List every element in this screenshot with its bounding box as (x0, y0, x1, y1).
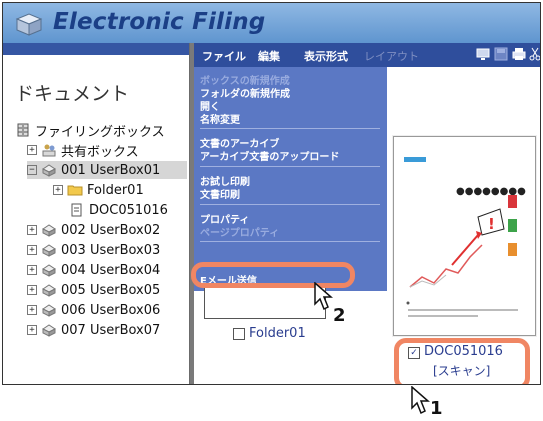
callout-number-2: 2 (333, 305, 346, 326)
print-icon[interactable] (512, 47, 526, 61)
shared-box-icon (41, 143, 57, 157)
menu-item-print-document[interactable]: 文書印刷 (200, 186, 240, 201)
tree-root-label: ファイリングボックス (35, 124, 165, 140)
app-header: Electronic Filing (3, 3, 540, 44)
expand-icon[interactable]: + (27, 285, 37, 295)
application-window: Electronic Filing ドキュメント ファイリングボックス + 共有… (2, 2, 541, 385)
menu-file[interactable]: ファイル (202, 48, 246, 64)
tree-item-label: 006 UserBox06 (61, 302, 161, 318)
user-box-icon (41, 163, 57, 177)
user-box-icon (41, 243, 57, 257)
expand-icon[interactable]: + (27, 305, 37, 315)
tree-shared-label: 共有ボックス (61, 144, 139, 160)
folder-label: Folder01 (249, 326, 306, 341)
document-label: DOC051016 (424, 344, 503, 359)
menu-layout[interactable]: レイアウト (364, 48, 419, 64)
tree-item-userbox05[interactable]: + 005 UserBox05 (27, 281, 160, 299)
expand-icon[interactable]: + (27, 265, 37, 275)
menu-item-rename[interactable]: 名称変更 (200, 111, 240, 126)
tree-item-label: 005 UserBox05 (61, 282, 161, 298)
tree-item-label: 007 UserBox07 (61, 322, 161, 338)
tree-item-userbox06[interactable]: + 006 UserBox06 (27, 301, 160, 319)
menu-separator (200, 128, 380, 129)
menu-edit[interactable]: 編集 (258, 48, 280, 64)
tree-root-filing-box[interactable]: ファイリングボックス (15, 121, 165, 140)
tree-item-label: 002 UserBox02 (61, 222, 161, 238)
document-checkbox[interactable]: ✓ (408, 347, 420, 359)
tree-item-userbox07[interactable]: + 007 UserBox07 (27, 321, 160, 339)
menu-item-upload-archive[interactable]: アーカイブ文書のアップロード (200, 148, 339, 163)
expand-icon[interactable]: + (27, 145, 37, 155)
documents-heading: ドキュメント (15, 83, 130, 105)
callout-number-1: 1 (430, 398, 443, 419)
document-tree-pane: ドキュメント ファイリングボックス + 共有ボックス − 001 UserBox… (3, 43, 190, 384)
document-icon (69, 203, 85, 217)
expand-icon[interactable]: + (27, 225, 37, 235)
save-icon[interactable] (494, 47, 508, 61)
tree-item-userbox03[interactable]: + 003 UserBox03 (27, 241, 160, 259)
tree-item-label: 004 UserBox04 (61, 262, 161, 278)
document-type-label: [スキャン] (433, 364, 491, 378)
monitor-icon[interactable] (476, 47, 490, 61)
tree-item-folder01[interactable]: + Folder01 (53, 181, 144, 199)
tree-item-shared-box[interactable]: + 共有ボックス (27, 141, 139, 160)
file-menu-dropdown: ボックスの新規作成 フォルダの新規作成 開く 名称変更 文書のアーカイブ アーカ… (194, 67, 387, 291)
pane-header-strip (3, 43, 189, 55)
user-box-icon (41, 283, 57, 297)
tree-item-doc051016[interactable]: DOC051016 (69, 201, 168, 219)
tree-item-userbox04[interactable]: + 004 UserBox04 (27, 261, 160, 279)
tree-item-label: DOC051016 (89, 202, 168, 218)
expand-icon[interactable]: + (53, 185, 63, 195)
filing-cabinet-icon (15, 123, 31, 137)
expand-icon[interactable]: + (27, 245, 37, 255)
menu-separator (200, 166, 380, 167)
user-box-icon (41, 303, 57, 317)
menu-view[interactable]: 表示形式 (304, 48, 348, 64)
folder-item[interactable]: Folder01 (233, 326, 306, 341)
folder-thumbnail[interactable] (204, 283, 326, 319)
collapse-icon[interactable]: − (27, 165, 37, 175)
menu-item-page-properties[interactable]: ページプロパティ (200, 224, 279, 239)
cube-logo-icon (15, 13, 43, 36)
user-box-icon (41, 323, 57, 337)
scanned-page-preview: ●●●●●●●● ! (404, 157, 526, 317)
menu-separator (200, 241, 380, 242)
menu-toolbar: ファイル 編集 表示形式 レイアウト (194, 43, 540, 67)
user-box-icon (41, 263, 57, 277)
tree-item-label: 003 UserBox03 (61, 242, 161, 258)
folder-icon (67, 183, 83, 197)
app-title: Electronic Filing (53, 9, 266, 35)
scissors-icon[interactable] (528, 47, 541, 61)
tree-item-label: Folder01 (87, 182, 144, 198)
tree-item-label: 001 UserBox01 (61, 162, 161, 178)
menu-separator (200, 204, 380, 205)
user-box-icon (41, 223, 57, 237)
tree-item-userbox02[interactable]: + 002 UserBox02 (27, 221, 160, 239)
tree-item-userbox01[interactable]: − 001 UserBox01 (27, 161, 187, 179)
folder-checkbox[interactable] (233, 327, 245, 340)
svg-text:!: ! (488, 215, 495, 233)
document-thumbnail[interactable]: ●●●●●●●● ! (393, 136, 536, 336)
document-item[interactable]: ✓ DOC051016 (408, 344, 503, 359)
expand-icon[interactable]: + (27, 325, 37, 335)
